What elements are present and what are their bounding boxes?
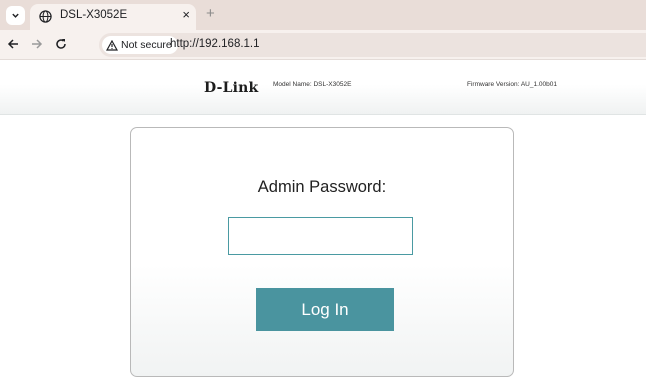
warning-icon [106, 39, 118, 51]
security-indicator[interactable]: Not secure [102, 36, 178, 54]
new-tab-button[interactable]: + [206, 5, 215, 22]
back-arrow-icon [7, 39, 18, 49]
address-bar[interactable]: Not secure http://192.168.1.1 [99, 33, 646, 57]
forward-arrow-icon [32, 39, 43, 49]
tab-search-button[interactable] [6, 6, 25, 25]
tab-title: DSL-X3052E [60, 9, 128, 21]
password-input[interactable] [228, 217, 413, 255]
model-name: Model Name: DSL-X3052E [273, 81, 352, 88]
url-text[interactable]: http://192.168.1.1 [170, 38, 260, 50]
reload-button[interactable] [53, 36, 69, 52]
security-label: Not secure [121, 39, 172, 51]
firmware-version: Firmware Version: AU_1.00b01 [467, 81, 557, 88]
globe-icon [39, 10, 52, 23]
browser-tab[interactable]: DSL-X3052E × [30, 4, 196, 30]
back-button[interactable] [5, 36, 21, 52]
password-label: Admin Password: [257, 178, 387, 196]
chevron-down-icon [12, 13, 19, 18]
login-button[interactable]: Log In [256, 288, 394, 331]
brand-logo: D-Link [204, 80, 259, 96]
browser-toolbar: Not secure http://192.168.1.1 [0, 30, 646, 60]
browser-tab-strip: DSL-X3052E × + [0, 0, 646, 30]
router-header: D-Link Model Name: DSL-X3052E Firmware V… [0, 61, 646, 115]
forward-button[interactable] [29, 36, 45, 52]
tab-close-icon[interactable]: × [182, 7, 190, 22]
reload-icon [56, 39, 66, 49]
login-card: Admin Password: Log In [130, 127, 514, 377]
